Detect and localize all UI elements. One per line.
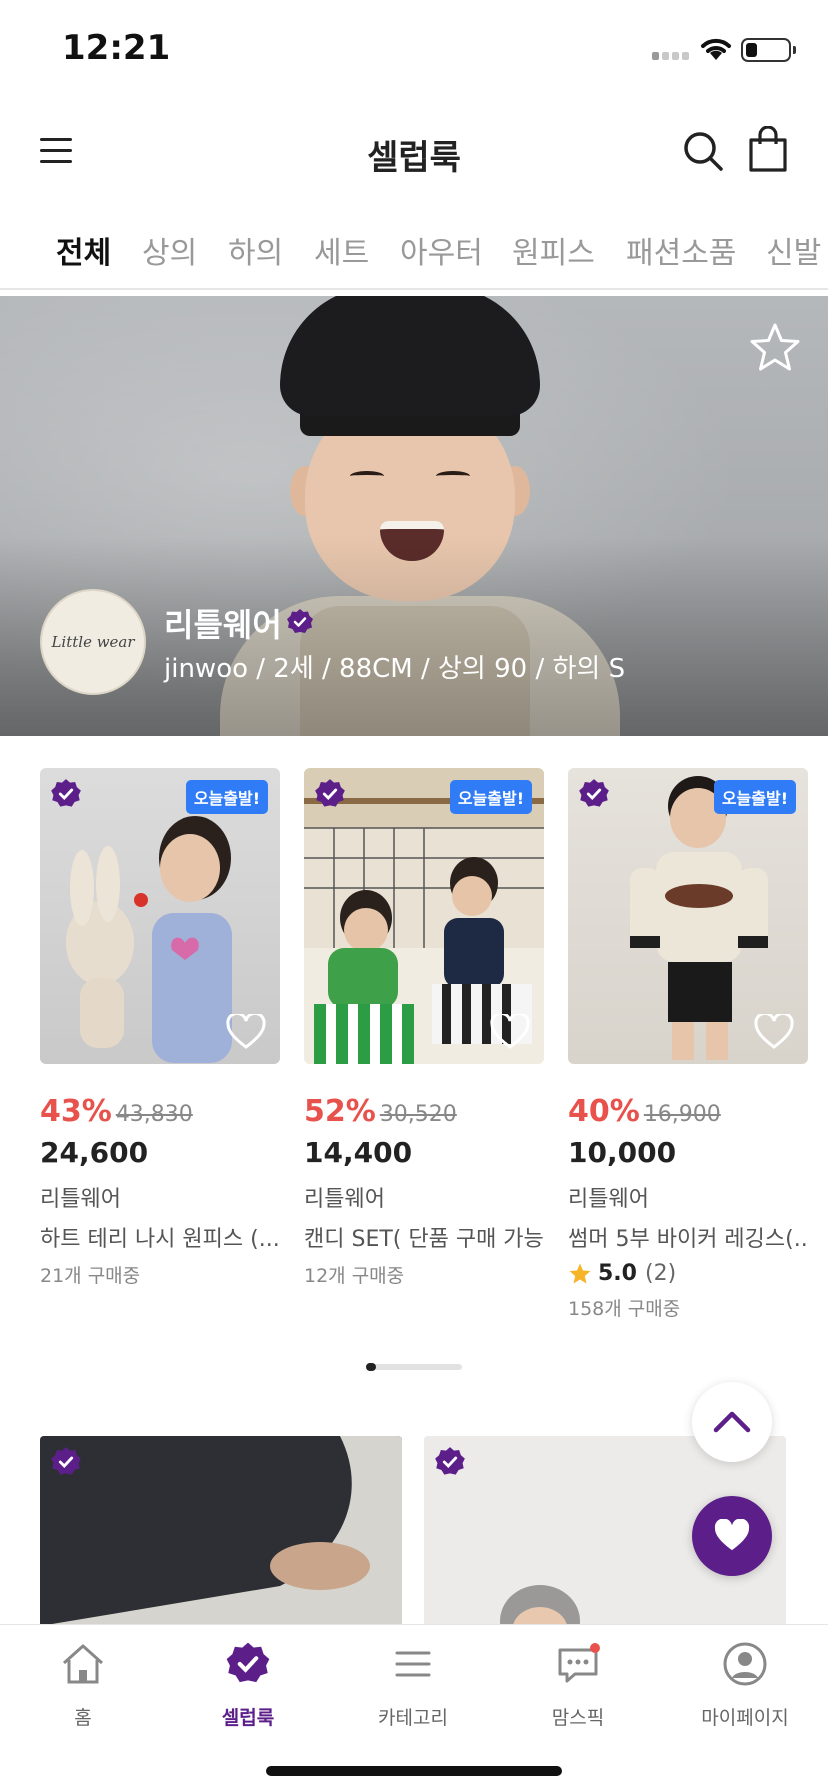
- status-time: 12:21: [62, 28, 171, 68]
- sale-price: 24,600: [40, 1136, 149, 1169]
- chevron-up-icon: [713, 1411, 751, 1433]
- home-indicator: [266, 1766, 562, 1776]
- product-name: 캔디 SET( 단품 구매 가능): [304, 1227, 544, 1252]
- product-brand: 리틀웨어: [40, 1187, 121, 1212]
- brand-info: jinwoo / 2세 / 88CM / 상의 90 / 하의 S: [164, 654, 626, 684]
- heart-icon[interactable]: [490, 1014, 530, 1050]
- tab-tops[interactable]: 상의: [142, 228, 197, 272]
- product-image[interactable]: 오늘출발!: [304, 768, 544, 1064]
- battery-icon: [741, 38, 791, 62]
- discount-rate: 52%: [304, 1094, 376, 1129]
- verified-badge-icon: [435, 1447, 465, 1475]
- tab-sets[interactable]: 세트: [314, 228, 369, 272]
- shopping-bag-icon[interactable]: [748, 126, 788, 172]
- heart-icon: [714, 1519, 750, 1551]
- rating-count: (2): [644, 1261, 677, 1286]
- original-price: 30,520: [379, 1102, 457, 1127]
- brand-name[interactable]: 리틀웨어: [164, 600, 282, 646]
- signal-icon: [652, 52, 689, 60]
- verified-badge-icon: [579, 779, 609, 807]
- product-brand: 리틀웨어: [568, 1187, 649, 1212]
- product-image[interactable]: 오늘출발!: [568, 768, 808, 1064]
- heart-icon[interactable]: [754, 1014, 794, 1050]
- today-shipping-badge: 오늘출발!: [713, 780, 796, 814]
- nav-moms-pick[interactable]: 맘스픽: [508, 1641, 648, 1730]
- verified-badge-icon: [287, 609, 313, 633]
- carousel-scroll-track: [366, 1364, 462, 1370]
- wifi-icon: [701, 38, 731, 60]
- favorite-star-icon[interactable]: [748, 322, 802, 374]
- nav-home[interactable]: 홈: [13, 1641, 153, 1730]
- heart-icon[interactable]: [226, 1014, 266, 1050]
- user-icon: [723, 1642, 767, 1686]
- wishlist-button[interactable]: [692, 1496, 772, 1576]
- original-price: 43,830: [115, 1102, 193, 1127]
- product-image[interactable]: 오늘출발!: [40, 768, 280, 1064]
- product-card[interactable]: 오늘출발! 43% 43,830 24,600 리틀웨어 하트 테리 나시 원피스…: [40, 768, 280, 1288]
- verified-badge-icon: [315, 779, 345, 807]
- sale-price: 14,400: [304, 1136, 413, 1169]
- top-header: 셀럽룩: [0, 110, 828, 194]
- list-icon: [395, 1651, 431, 1677]
- verified-badge-icon: [226, 1642, 270, 1683]
- nav-my-page[interactable]: 마이페이지: [675, 1641, 815, 1730]
- home-icon: [62, 1644, 104, 1684]
- verified-badge-icon: [51, 1447, 81, 1475]
- chat-icon: [558, 1643, 600, 1683]
- verified-badge-icon: [51, 779, 81, 807]
- scroll-to-top-button[interactable]: [692, 1382, 772, 1462]
- nav-celeb-look[interactable]: 셀럽룩: [178, 1641, 318, 1730]
- today-shipping-badge: 오늘출발!: [449, 780, 532, 814]
- product-card[interactable]: 오늘출발! 52% 30,520 14,400 리틀웨어 캔디 SET( 단품 구…: [304, 768, 544, 1288]
- rating-score: 5.0: [598, 1261, 637, 1286]
- tab-onepiece[interactable]: 원피스: [512, 228, 595, 272]
- today-shipping-badge: 오늘출발!: [185, 780, 268, 814]
- tab-outer[interactable]: 아우터: [400, 228, 483, 272]
- product-card[interactable]: 오늘출발! 40% 16,900 10,000 리틀웨어 썸머 5부 바이커 레깅…: [568, 768, 808, 1321]
- tab-accessories[interactable]: 패션소품: [626, 228, 736, 272]
- original-price: 16,900: [643, 1102, 721, 1127]
- carousel-scroll-thumb: [366, 1363, 376, 1371]
- brand-logo[interactable]: Little wear: [40, 589, 146, 695]
- product-brand: 리틀웨어: [304, 1187, 385, 1212]
- discount-rate: 43%: [40, 1094, 112, 1129]
- product-name: 썸머 5부 바이커 레깅스(...: [568, 1227, 808, 1252]
- tab-shoes[interactable]: 신발: [766, 228, 821, 272]
- discount-rate: 40%: [568, 1094, 640, 1129]
- sale-price: 10,000: [568, 1136, 677, 1169]
- nav-category[interactable]: 카테고리: [343, 1641, 483, 1730]
- product-rating: 5.0 (2): [568, 1261, 808, 1286]
- tab-all[interactable]: 전체: [56, 228, 111, 272]
- celeb-look-card[interactable]: [40, 1436, 402, 1626]
- purchase-count: 158개 구매중: [568, 1298, 681, 1320]
- rating-star-icon: [569, 1263, 591, 1283]
- purchase-count: 21개 구매중: [40, 1265, 141, 1287]
- search-icon[interactable]: [682, 130, 724, 172]
- product-name: 하트 테리 나시 원피스 (...: [40, 1227, 280, 1252]
- status-bar: 12:21: [0, 0, 828, 96]
- tab-bottoms[interactable]: 하의: [228, 228, 283, 272]
- purchase-count: 12개 구매중: [304, 1265, 405, 1287]
- category-tabs: 전체 상의 하의 세트 아우터 원피스 패션소품 신발: [0, 220, 828, 290]
